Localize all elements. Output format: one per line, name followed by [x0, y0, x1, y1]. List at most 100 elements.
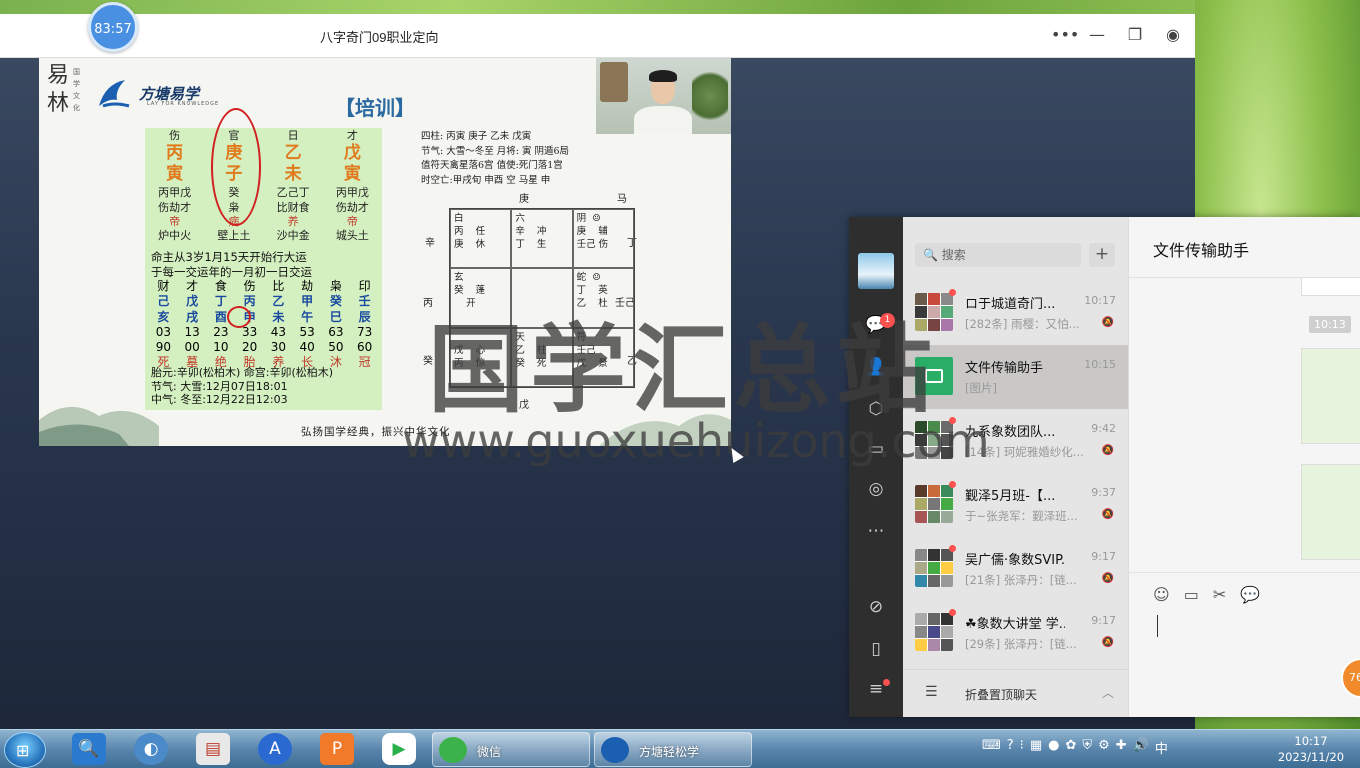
a-app-icon[interactable]: A [258, 733, 292, 765]
pillar-branches-cell: 寅 [166, 164, 184, 184]
pillar-branches-cell: 未 [284, 164, 302, 184]
search-placeholder: 搜索 [941, 248, 966, 262]
unread-dot [949, 545, 956, 552]
qimen-top: 庚 [519, 194, 529, 205]
start-button[interactable]: ⊞ [4, 732, 46, 768]
network-monitor-icon[interactable]: ▦ [1030, 738, 1042, 757]
luck-ages-cell: 43 [270, 324, 287, 339]
video-player-icon[interactable]: ▶ [382, 733, 416, 765]
mini-program-icon[interactable]: ⊘ [864, 595, 888, 619]
meeting-window-controls: ••• — ❐ ◉ [1051, 24, 1181, 46]
folder-icon[interactable]: ▭ [1184, 585, 1199, 604]
plus-tray-icon[interactable]: ✚ [1116, 738, 1127, 757]
chat-bubble-icon[interactable]: 💬 [1240, 585, 1260, 604]
meeting-title-bar: 八字奇门09职业定向 ••• — ❐ ◉ [0, 14, 1195, 58]
more-apps-icon[interactable]: ⋯ [864, 519, 888, 543]
qimen-left-1: 辛 [425, 238, 435, 249]
chat-time: 9:17 [1091, 614, 1116, 627]
add-chat-button[interactable]: + [1089, 243, 1115, 267]
presenter-webcam[interactable] [596, 58, 731, 134]
tray-arrow-icon[interactable]: ⁝ [1020, 738, 1024, 757]
wechat-chat-pane: 文件传输助手 10:13 ☺ ▭ ✂ 💬 [1128, 217, 1360, 717]
qimen-top-right: 马 [617, 194, 627, 205]
luck-ages-cell: 13 [184, 324, 200, 339]
qimen-palace-2: 六 辛 冲 丁 生 [511, 209, 573, 269]
fangtang-logo-icon [99, 80, 130, 108]
system-clock[interactable]: 10:17 2023/11/20 [1266, 733, 1356, 765]
pillar-stages-cell: 帝 [169, 215, 181, 228]
volume-icon[interactable]: 🔊 [1133, 738, 1149, 757]
moments-icon[interactable]: ◎ [864, 477, 888, 501]
presenter-hair [649, 70, 677, 82]
luck-ages-cell: 03 [155, 324, 172, 339]
clock-time: 10:17 [1294, 734, 1328, 748]
pillar-hidden-cell: 乙己丁 [276, 186, 310, 199]
luck-ages-cell: 53 [299, 324, 315, 339]
keyboard-icon[interactable]: ⌨ [982, 738, 1001, 757]
message-timestamp: 10:13 [1309, 316, 1351, 333]
phone-icon[interactable]: ▯ [864, 637, 888, 661]
minimize-icon[interactable]: — [1089, 24, 1105, 46]
taskbar-fangtang[interactable]: 方塘轻松学 [594, 732, 752, 767]
luck-description: 命主从3岁1月15天开始行大运 于每一交运年的一月初一日交运 [151, 250, 383, 280]
chat-preview: [图片] [965, 381, 997, 395]
luck-ages2-cell: 10 [213, 340, 229, 355]
ime-icon[interactable]: 中 [1155, 738, 1168, 757]
image-message-thumb[interactable] [1301, 278, 1360, 296]
image-message-thumb[interactable] [1301, 348, 1360, 444]
tray-app-icon[interactable]: ✿ [1065, 738, 1076, 757]
wechat-tray-icon[interactable]: ● [1048, 738, 1059, 757]
pillar-gods-cell: 伤 [169, 129, 181, 142]
luck-gods-cell: 枭 [329, 279, 342, 293]
chat-list-item[interactable]: 觐泽5月班-【... 9:37 于~张尧军：觐泽班... 🔕 [903, 473, 1128, 537]
pdf-icon[interactable]: P [320, 733, 354, 765]
meeting-timer[interactable]: 83:57 [88, 2, 138, 52]
browser-icon[interactable]: ◐ [134, 733, 168, 765]
watermark-text: 国学汇总站 [428, 314, 938, 426]
search-input[interactable]: 🔍 搜索 [915, 243, 1081, 267]
list-icon: ☰ [925, 684, 938, 700]
restore-icon[interactable]: ❐ [1127, 24, 1143, 46]
mute-bell-icon: 🔕 [1101, 509, 1114, 520]
bazi-pillars: 伤官日才丙庚乙戊寅子未寅丙甲戊癸乙己丁 丙甲戊 伤劫才枭比财食 伤劫才帝病养帝炉中火壁… [145, 128, 382, 243]
unread-dot [949, 481, 956, 488]
luck-gods-cell: 伤 [243, 279, 256, 293]
luck-stems-cell: 己 [157, 294, 170, 309]
chat-time: 9:37 [1091, 486, 1116, 499]
security-icon[interactable]: ⛨ [1082, 738, 1092, 757]
luck-stems-cell: 癸 [329, 294, 342, 309]
fold-pinned-chats[interactable]: ☰ 折叠置顶聊天 ︿ [903, 669, 1128, 717]
luck-ages2-cell: 40 [299, 340, 315, 355]
presenter-shirt [634, 106, 692, 134]
chat-time: 9:17 [1091, 550, 1116, 563]
image-message-thumb[interactable] [1301, 464, 1360, 560]
qimen-palace-1: 白 丙 任 庚 休 [450, 209, 512, 269]
pillar-hidden-gods-cell: 伤劫才 [158, 201, 192, 214]
more-icon[interactable]: ••• [1051, 24, 1079, 46]
store-icon[interactable]: ▤ [196, 733, 230, 765]
red-annotation-oval [211, 108, 261, 226]
chat-list-item[interactable]: ☘象数大讲堂 学... 9:17 [29条] 张泽丹：[链... 🔕 [903, 601, 1128, 665]
scissors-icon[interactable]: ✂ [1213, 585, 1226, 604]
qimen-info: 四柱: 丙寅 庚子 乙未 戊寅 节气: 大雪～冬至 月将: 寅 阴遁6局 值符天… [421, 130, 569, 188]
qimen-info-2: 节气: 大雪～冬至 月将: 寅 阴遁6局 [421, 145, 570, 157]
mute-bell-icon: 🔕 [1101, 445, 1114, 456]
emoji-icon[interactable]: ☺ [1153, 585, 1170, 604]
chat-list-item[interactable]: 吴广儒·象数SVIP... 9:17 [21条] 张泽丹：[链... 🔕 [903, 537, 1128, 601]
luck-stems-cell: 壬 [358, 294, 371, 309]
taskbar-wechat[interactable]: 微信 [432, 732, 590, 767]
taskbar: ⊞ 🔍 ◐ ▤ A P ▶ 微信 方塘轻松学 ⌨ ? ⁝ ▦ ● ✿ ⛨ ⚙ ✚… [0, 729, 1360, 768]
help-icon[interactable]: ? [1007, 738, 1014, 757]
wechat-icon [439, 737, 467, 763]
luck-branches-cell: 亥 [157, 309, 170, 324]
tray-tool-icon[interactable]: ⚙ [1098, 738, 1110, 757]
search-app-icon[interactable]: 🔍 [72, 733, 106, 765]
record-icon[interactable]: ◉ [1165, 24, 1181, 46]
luck-gods-cell: 财 [157, 279, 170, 293]
text-cursor[interactable] [1157, 615, 1158, 637]
pillar-nayin-cell: 炉中火 [158, 229, 192, 242]
chat-preview: 于~张尧军：觐泽班... [965, 509, 1078, 523]
wechat-profile-avatar[interactable] [858, 253, 894, 289]
qimen-palace-3: 阴 ☺ 庚 辅 壬己 伤 [572, 209, 634, 269]
chat-name: 觐泽5月班-【... [965, 489, 1056, 504]
